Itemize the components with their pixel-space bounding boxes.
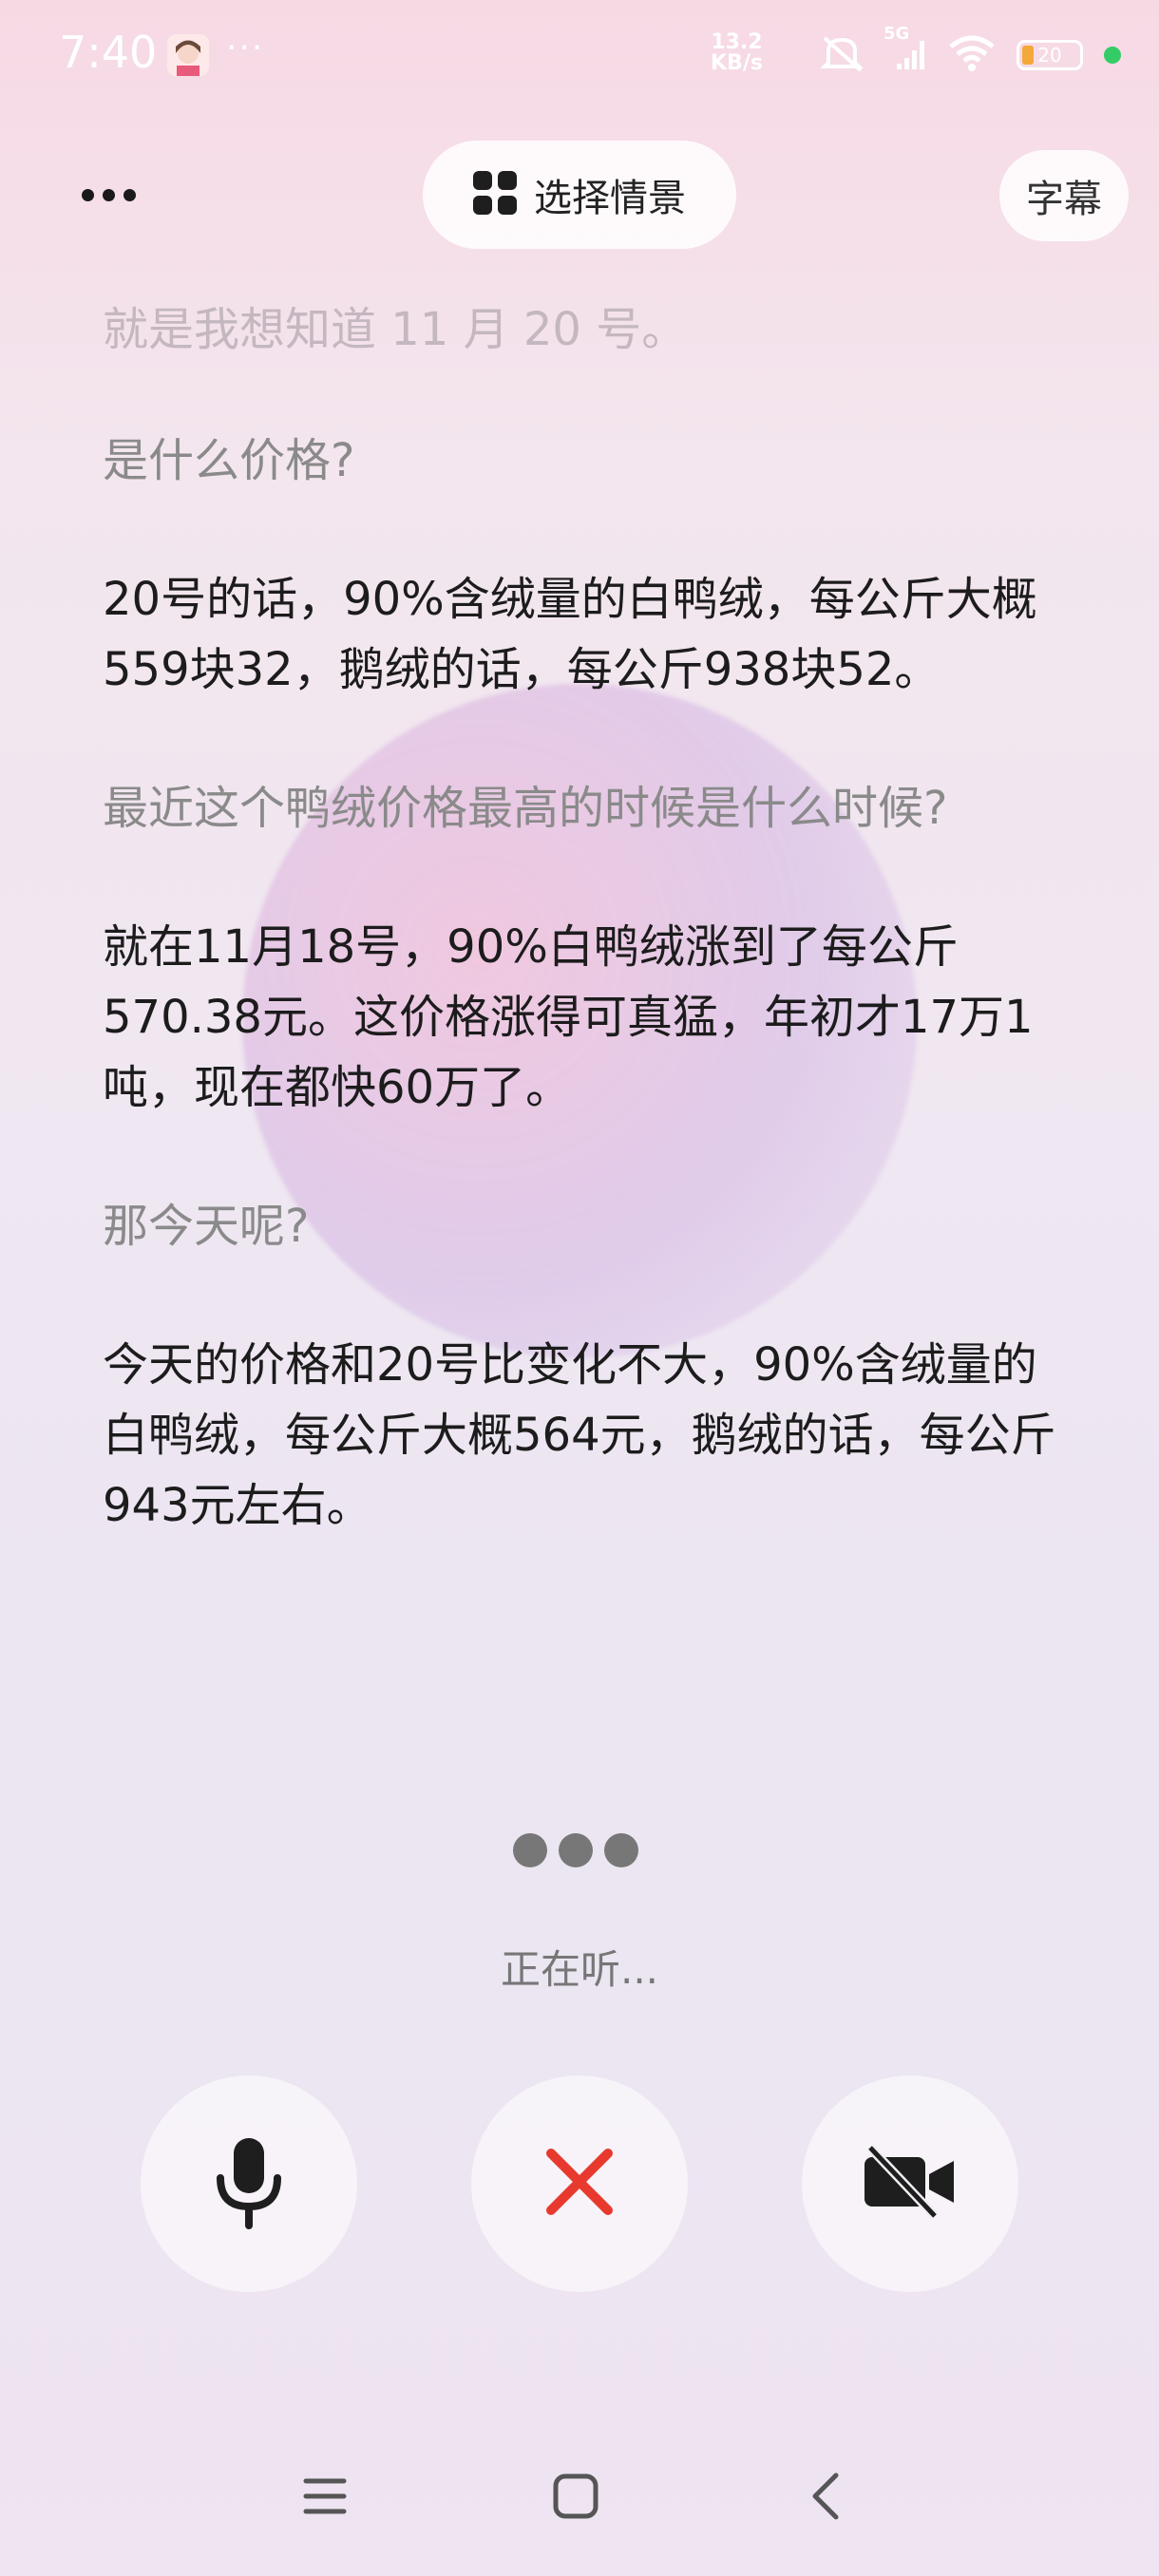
avatar-icon <box>167 34 209 76</box>
transcript: 就是我想知道 11 月 20 号。 是什么价格? 20号的话，90%含绒量的白鸭… <box>103 294 1062 1609</box>
transcript-message-assistant: 今天的价格和20号比变化不大，90%含绒量的白鸭绒，每公斤大概564元，鹅绒的话… <box>103 1338 1056 1532</box>
more-horizontal-icon <box>82 188 94 201</box>
microphone-icon <box>211 2134 287 2233</box>
select-scene-label: 选择情景 <box>534 177 686 220</box>
status-time: 7:40 <box>59 27 158 78</box>
net-speed-value: 13.2 <box>711 30 763 54</box>
more-options-button[interactable] <box>82 171 148 218</box>
microphone-button[interactable] <box>141 2075 357 2292</box>
transcript-message-user: 那今天呢? <box>103 1200 310 1253</box>
signal-icon: 5G <box>884 24 927 75</box>
subtitle-button[interactable]: 字幕 <box>999 150 1129 241</box>
menu-nav-button[interactable] <box>300 2470 350 2527</box>
mute-icon <box>820 34 864 76</box>
listening-dots <box>513 1833 638 1867</box>
wifi-icon <box>948 35 996 75</box>
home-icon <box>552 2472 599 2524</box>
net-speed-unit: KB/s <box>711 51 763 75</box>
listening-status: 正在听... <box>500 1946 659 1993</box>
transcript-message-user: 是什么价格? <box>103 434 355 487</box>
back-nav-button[interactable] <box>806 2470 844 2527</box>
battery-level: 20 <box>1037 44 1062 66</box>
grid-icon <box>473 171 517 218</box>
status-bar: 7:40 ··· 13.2 KB/s 5G 20 <box>0 0 1159 114</box>
battery-icon: 20 <box>1016 40 1083 70</box>
menu-icon <box>302 2475 348 2521</box>
select-scene-button[interactable]: 选择情景 <box>423 141 736 249</box>
end-call-button[interactable] <box>471 2075 688 2292</box>
transcript-message-user: 最近这个鸭绒价格最高的时候是什么时候? <box>103 782 948 835</box>
transcript-message-assistant: 就在11月18号，90%白鸭绒涨到了每公斤570.38元。这价格涨得可真猛，年初… <box>103 920 1034 1114</box>
camera-toggle-button[interactable] <box>802 2075 1018 2292</box>
home-nav-button[interactable] <box>549 2470 602 2527</box>
close-icon <box>543 2146 616 2222</box>
camera-off-icon <box>861 2144 960 2224</box>
status-more-icon: ··· <box>226 28 265 67</box>
transcript-message-assistant: 20号的话，90%含绒量的白鸭绒，每公斤大概559块32，鹅绒的话，每公斤938… <box>103 573 1037 696</box>
net-speed: 13.2 KB/s <box>711 32 763 74</box>
transcript-message-user: 就是我想知道 11 月 20 号。 <box>103 303 688 356</box>
active-dot <box>1104 47 1121 64</box>
network-type: 5G <box>884 24 910 44</box>
back-icon <box>808 2472 842 2525</box>
